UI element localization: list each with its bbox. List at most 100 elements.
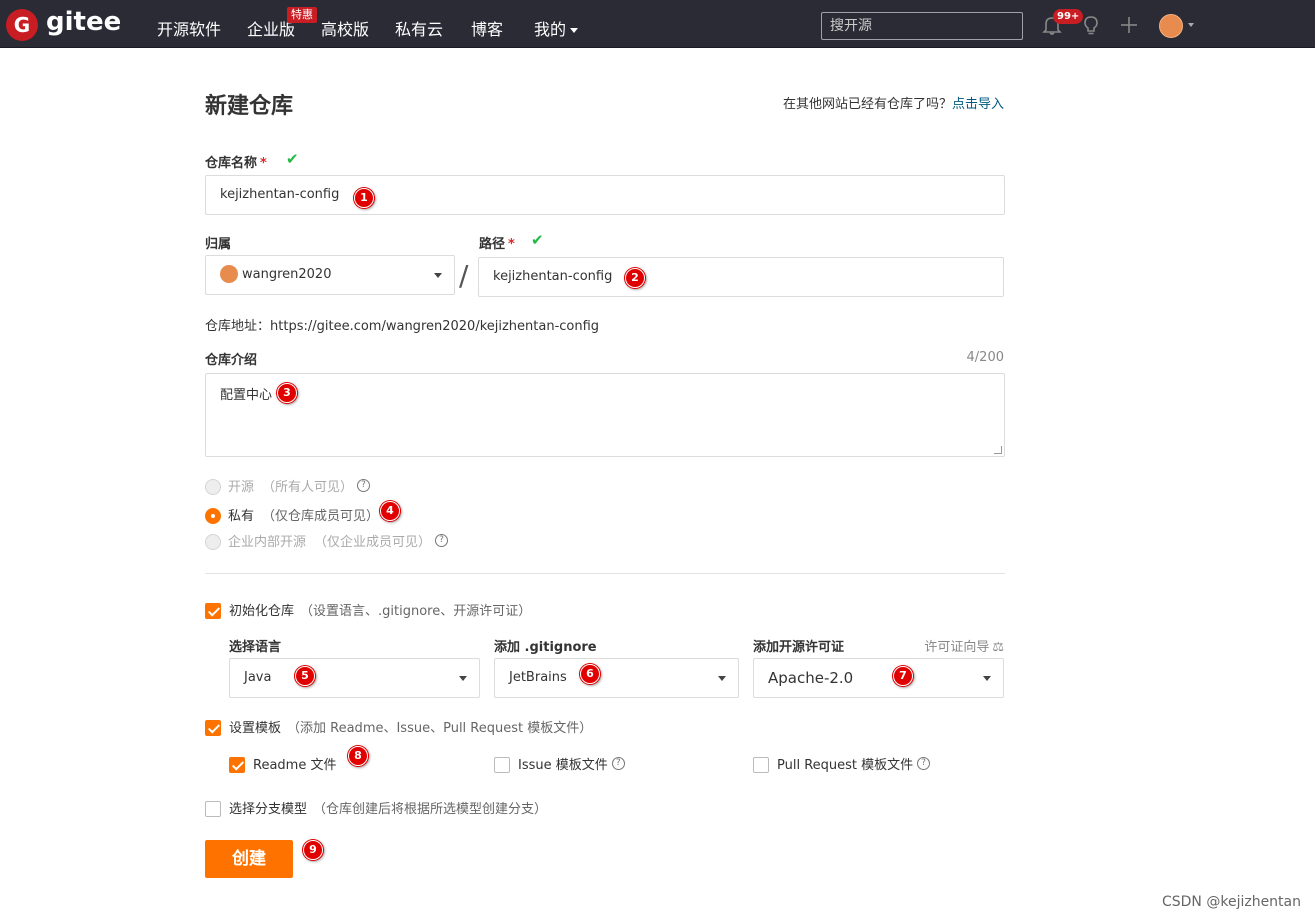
create-button[interactable]: 创建 xyxy=(205,840,293,878)
annotation-marker-7: 7 xyxy=(893,666,913,686)
help-icon[interactable]: ? xyxy=(917,757,931,770)
visibility-private-label: 私有 xyxy=(228,509,255,524)
nav-blog[interactable]: 博客 xyxy=(471,16,503,40)
resize-handle-icon[interactable] xyxy=(994,446,1002,454)
readme-checkbox[interactable]: Readme 文件 xyxy=(229,754,336,774)
visibility-private-sub: （仅仓库成员可见） xyxy=(262,509,380,524)
repo-url-prefix: 仓库地址： xyxy=(205,319,271,334)
path-label: 路径 * xyxy=(479,233,515,252)
plus-icon[interactable] xyxy=(1118,14,1140,36)
init-repo-check[interactable] xyxy=(205,602,221,619)
top-navbar: G gitee 开源软件 企业版 特惠 高校版 私有云 博客 我的 99+ xyxy=(0,0,1315,48)
path-label-text: 路径 xyxy=(479,237,506,252)
gitignore-label: 添加 .gitignore xyxy=(494,640,597,655)
visibility-enterprise-label: 企业内部开源 xyxy=(228,535,307,550)
template-sub: （添加 Readme、Issue、Pull Request 模板文件） xyxy=(287,721,593,736)
help-icon[interactable]: ? xyxy=(435,534,449,547)
pr-template-label: Pull Request 模板文件 xyxy=(777,758,914,773)
repo-name-label-text: 仓库名称 xyxy=(205,156,258,171)
gitignore-select[interactable]: JetBrains xyxy=(494,658,739,698)
chevron-down-icon xyxy=(983,676,991,681)
radio-enterprise[interactable] xyxy=(205,533,221,550)
license-label: 添加开源许可证 xyxy=(753,640,845,655)
visibility-enterprise-sub: （仅企业成员可见） xyxy=(314,535,432,550)
pr-template-checkbox[interactable]: Pull Request 模板文件? xyxy=(753,754,931,774)
repo-name-input[interactable]: kejizhentan-config xyxy=(205,175,1005,215)
pr-template-check[interactable] xyxy=(753,756,769,773)
watermark: CSDN @kejizhentan xyxy=(1161,894,1301,910)
language-select[interactable]: Java xyxy=(229,658,480,698)
template-checkbox[interactable]: 设置模板 （添加 Readme、Issue、Pull Request 模板文件） xyxy=(205,717,592,737)
branch-model-label: 选择分支模型 xyxy=(229,802,308,817)
gitignore-value: JetBrains xyxy=(509,670,567,685)
radio-private[interactable] xyxy=(205,507,221,524)
valid-check-icon: ✔ xyxy=(286,150,299,168)
radio-public[interactable] xyxy=(205,478,221,495)
annotation-marker-6: 6 xyxy=(580,664,600,684)
init-repo-label: 初始化仓库 xyxy=(229,604,295,619)
annotation-marker-4: 4 xyxy=(380,501,400,521)
help-icon[interactable]: ? xyxy=(611,757,625,770)
owner-value: wangren2020 xyxy=(242,267,332,282)
nav-open-source[interactable]: 开源软件 xyxy=(157,16,221,40)
template-label: 设置模板 xyxy=(229,721,282,736)
nav-private-cloud[interactable]: 私有云 xyxy=(395,16,443,40)
enterprise-promo-badge: 特惠 xyxy=(287,7,317,23)
annotation-marker-5: 5 xyxy=(295,666,315,686)
valid-check-icon: ✔ xyxy=(531,231,544,249)
owner-select[interactable]: wangren2020 xyxy=(205,255,455,295)
annotation-marker-3: 3 xyxy=(277,383,297,403)
path-input[interactable]: kejizhentan-config xyxy=(478,257,1004,297)
chevron-down-icon xyxy=(718,676,726,681)
visibility-private-option[interactable]: 私有 （仅仓库成员可见） xyxy=(205,505,379,525)
description-label: 仓库介绍 xyxy=(205,353,258,368)
owner-label: 归属 xyxy=(205,237,232,252)
required-mark: * xyxy=(508,237,515,252)
help-icon[interactable]: ? xyxy=(357,479,371,492)
avatar-dropdown-icon[interactable] xyxy=(1188,23,1194,27)
issue-template-check[interactable] xyxy=(494,756,510,773)
visibility-public-option[interactable]: 开源 （所有人可见）? xyxy=(205,476,371,496)
lightbulb-icon[interactable] xyxy=(1080,14,1102,36)
branch-model-check[interactable] xyxy=(205,800,221,817)
user-avatar[interactable] xyxy=(1159,14,1183,38)
visibility-enterprise-option[interactable]: 企业内部开源 （仅企业成员可见）? xyxy=(205,531,449,551)
license-select[interactable]: Apache-2.0 xyxy=(753,658,1004,698)
annotation-marker-1: 1 xyxy=(354,188,374,208)
description-textarea[interactable]: 配置中心 xyxy=(205,373,1005,457)
init-repo-checkbox[interactable]: 初始化仓库 （设置语言、.gitignore、开源许可证） xyxy=(205,600,531,620)
scale-icon: ⚖ xyxy=(992,640,1004,655)
annotation-marker-2: 2 xyxy=(625,268,645,288)
repo-url-value: https://gitee.com/wangren2020/kejizhenta… xyxy=(270,319,600,334)
template-check[interactable] xyxy=(205,719,221,736)
readme-check[interactable] xyxy=(229,756,245,773)
search-input[interactable] xyxy=(821,12,1023,40)
issue-template-checkbox[interactable]: Issue 模板文件? xyxy=(494,754,625,774)
required-mark: * xyxy=(260,156,267,171)
nav-mine-label: 我的 xyxy=(534,20,567,39)
gitee-logo-text[interactable]: gitee xyxy=(46,7,121,37)
import-hint-text: 在其他网站已经有仓库了吗？ xyxy=(782,97,952,112)
owner-avatar xyxy=(220,264,238,283)
chevron-down-icon xyxy=(434,273,442,278)
chevron-down-icon xyxy=(570,28,579,33)
description-value: 配置中心 xyxy=(220,388,273,403)
page-title: 新建仓库 xyxy=(205,94,294,119)
description-counter: 4/200 xyxy=(966,350,1004,365)
import-hint: 在其他网站已经有仓库了吗？点击导入 xyxy=(783,93,1004,112)
license-guide-text: 许可证向导 xyxy=(924,640,990,655)
license-value: Apache-2.0 xyxy=(768,669,854,687)
gitee-logo-icon[interactable]: G xyxy=(6,9,38,41)
nav-mine[interactable]: 我的 xyxy=(534,16,579,40)
readme-label: Readme 文件 xyxy=(253,758,337,773)
language-value: Java xyxy=(244,670,272,685)
language-label: 选择语言 xyxy=(229,640,282,655)
license-guide-link[interactable]: 许可证向导 ⚖ xyxy=(924,636,1004,655)
section-divider xyxy=(205,573,1005,574)
notification-count-badge: 99+ xyxy=(1053,9,1084,24)
branch-model-checkbox[interactable]: 选择分支模型 （仓库创建后将根据所选模型创建分支） xyxy=(205,798,547,818)
import-link[interactable]: 点击导入 xyxy=(952,97,1004,112)
nav-education[interactable]: 高校版 xyxy=(321,16,369,40)
issue-template-label: Issue 模板文件 xyxy=(518,758,608,773)
repo-url: 仓库地址：https://gitee.com/wangren2020/kejiz… xyxy=(205,315,599,334)
